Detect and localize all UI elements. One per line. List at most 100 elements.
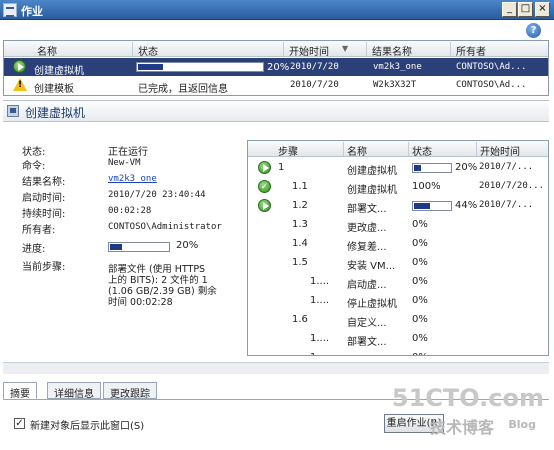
column-header-owner[interactable]: 所有者 [456,43,486,58]
sort-descending-icon: ▼ [342,44,349,53]
watermark-blog: Blog [508,418,536,431]
step-status: 0% [412,295,428,306]
column-header-step-start[interactable]: 开始时间 [480,143,520,158]
job-start-time: 2010/7/20 [290,62,339,72]
step-row[interactable]: 1 创建虚拟机 20% 2010/7/... [248,158,548,177]
status-label: 状态: [22,147,46,158]
step-row[interactable]: 1.6 自定义... 0% [248,310,548,329]
status-value: 正在运行 [108,147,148,158]
result-name-label: 结果名称: [22,177,66,188]
step-name: 创建虚拟机 [347,185,397,196]
completed-icon: ✓ [258,180,271,193]
step-row[interactable]: 1.... 停止虚拟机 0% [248,291,548,310]
job-status: 已完成，且返回信息 [138,84,228,95]
step-number: 1.... [310,333,330,344]
step-row[interactable]: 1.... 部署文... 0% [248,329,548,348]
window-title: 作业 [21,5,43,18]
command-label: 命令: [22,161,46,172]
show-window-checkbox[interactable]: ✓ [14,418,25,429]
start-time-label: 启动时间: [22,193,66,204]
step-name: 修复差... [347,242,387,253]
step-row[interactable]: 1.4 修复差... 0% [248,234,548,253]
start-time-value: 2010/7/20 23:40:44 [108,190,206,200]
tab-details[interactable]: 详细信息 [47,382,101,400]
step-status: 44% [455,200,478,211]
watermark-site: 51CTO.com [391,384,544,412]
command-value: New-VM [108,158,141,168]
running-icon [258,161,271,174]
details-title: 创建虚拟机 [25,106,86,120]
duration-value: 00:02:28 [108,206,152,216]
table-row[interactable]: 创建虚拟机 20% 2010/7/20 vm2k3_one CONTOSO\Ad… [4,58,548,77]
column-header-step-name[interactable]: 名称 [347,143,367,158]
column-header-step-status[interactable]: 状态 [412,143,432,158]
result-name-link[interactable]: vm2k3_one [108,174,157,184]
details-progress-bar [108,242,170,252]
column-header-step[interactable]: 步骤 [278,143,298,158]
step-number: 1.2 [292,200,308,211]
job-details-icon [7,105,19,117]
watermark-blog-cn: 技术博客 [429,418,494,437]
step-row[interactable]: 1.... 启动虚... 0% [248,272,548,291]
step-status: 0% [412,276,428,287]
job-progress-bar [136,62,264,72]
step-name: 使用 Sy... [347,352,407,355]
step-name: 更改虚... [347,223,387,234]
job-owner: CONTOSO\Ad... [456,62,527,72]
step-progress-bar [412,163,452,173]
job-result-name: vm2k3_one [373,62,422,72]
step-status: 20% [455,162,478,173]
step-status: 0% [412,333,428,344]
step-name: 部署文... [347,204,387,215]
jobs-table-header: 名称 状态 开始时间 ▼ 结果名称 所有者 [4,41,548,58]
step-start-time: 2010/7/... [479,200,534,210]
show-window-checkbox-label: 新建对象后显示此窗口(S) [30,421,145,432]
column-header-name[interactable]: 名称 [37,43,57,58]
step-name: 创建虚拟机 [347,166,397,177]
details-header: 创建虚拟机 [3,100,549,122]
owner-value: CONTOSO\Administrator [108,222,222,232]
maximize-button[interactable]: □ [518,2,533,17]
step-row[interactable]: 1.3 更改虚... 0% [248,215,548,234]
job-name: 创建模板 [34,84,74,95]
step-number: 1.4 [292,238,308,249]
job-progress-text: 20% [267,62,290,73]
step-status: 0% [412,238,428,249]
step-start-time: 2010/7/... [479,162,534,172]
step-number: 1 [278,162,285,173]
step-name: 停止虚拟机 [347,299,397,310]
table-row[interactable]: 创建模板 已完成，且返回信息 2010/7/20 W2k3X32T CONTOS… [4,76,548,95]
title-bar: 作业 _ □ × [0,0,554,20]
close-button[interactable]: × [535,2,550,17]
step-row[interactable]: 1.5 安装 VM... 0% [248,253,548,272]
job-name: 创建虚拟机 [34,66,84,77]
tab-summary[interactable]: 摘要 [3,382,37,400]
steps-table: 步骤 名称 状态 开始时间 1 创建虚拟机 20% 2010/7/... ✓ 1.1 创建虚… [247,140,549,356]
tab-change-tracking[interactable]: 更改跟踪 [103,382,157,400]
step-progress-bar [412,201,452,211]
step-row[interactable]: 1.2 部署文... 44% 2010/7/... [248,196,548,215]
minimize-button[interactable]: _ [502,2,517,17]
step-row[interactable]: 1.... 使用 Sy... 0% [248,348,548,355]
step-number: 1.3 [292,219,308,230]
running-icon [13,60,26,73]
step-start-time: 2010/7/20... [479,181,545,191]
current-step-label: 当前步骤: [22,262,66,273]
jobs-table: 名称 状态 开始时间 ▼ 结果名称 所有者 创建虚拟机 20% 2010/7/2… [3,40,549,96]
step-number: 1.... [310,295,330,306]
running-icon [258,199,271,212]
help-icon[interactable]: ? [526,23,541,38]
step-number: 1.... [310,276,330,287]
column-header-result-name[interactable]: 结果名称 [372,43,412,58]
horizontal-scrollbar[interactable] [3,362,549,374]
step-status: 0% [412,352,428,355]
step-name: 启动虚... [347,280,387,291]
window-icon [3,3,17,17]
step-name: 自定义... [347,318,387,329]
step-row[interactable]: ✓ 1.1 创建虚拟机 100% 2010/7/20... [248,177,548,196]
duration-label: 持续时间: [22,209,66,220]
step-number: 1.1 [292,181,308,192]
column-header-status[interactable]: 状态 [138,43,158,58]
step-number: 1.5 [292,257,308,268]
column-header-start-time[interactable]: 开始时间 [289,43,329,58]
